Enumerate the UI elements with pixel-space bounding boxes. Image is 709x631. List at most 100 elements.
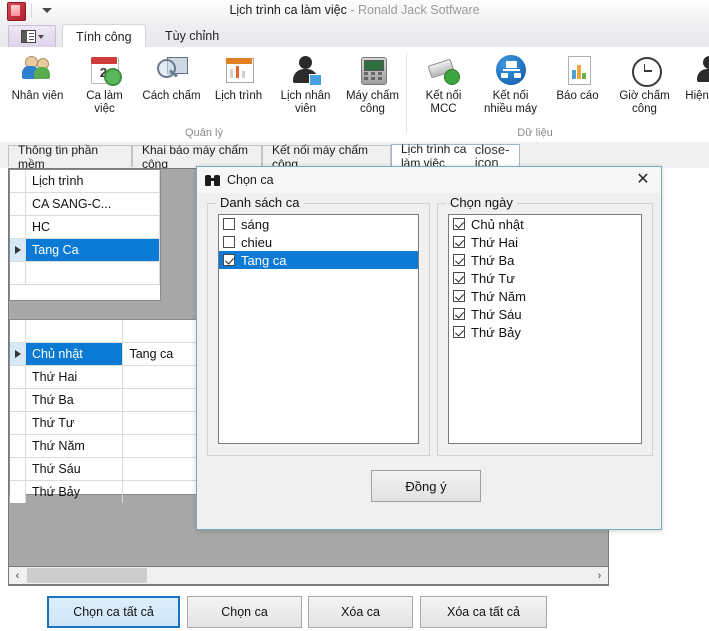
ribbon-button-ket-noi-nhieu-may[interactable]: Kết nối nhiều máy [477, 49, 544, 116]
chon-ca-tat-ca-button[interactable]: Chọn ca tất cả [47, 596, 180, 628]
cell-day[interactable]: Thứ Bảy [26, 481, 123, 503]
ribbon-button-bao-cao[interactable]: Báo cáo [544, 49, 611, 103]
list-item[interactable]: Thứ Hai [449, 233, 641, 251]
table-row-selected[interactable]: Chủ nhật Tang ca [10, 343, 203, 366]
document-tab-lich-trinh-ca-lam-viec[interactable]: Lịch trình ca làm việc close-icon [391, 144, 520, 168]
cell-day[interactable]: Thứ Tư [26, 412, 123, 434]
table-row[interactable]: Thứ Ba [10, 389, 203, 412]
report-chart-icon [561, 53, 595, 87]
close-icon[interactable]: ✕ [633, 171, 653, 189]
ribbon-button-may-cham-cong[interactable]: Máy chấm công [339, 49, 406, 116]
table-row-selected[interactable]: Tang Ca [10, 239, 160, 262]
schedule-grid[interactable]: Lịch trình CA SANG-C... HC Tang Ca [9, 169, 161, 301]
action-button-row: Chọn ca tất cả Chọn ca Xóa ca Xóa ca tất… [0, 596, 709, 630]
checkbox-thu-sau[interactable] [453, 308, 465, 320]
checkbox-thu-bay[interactable] [453, 326, 465, 338]
chon-ca-button[interactable]: Chọn ca [187, 596, 302, 628]
checkbox-chu-nhat[interactable] [453, 218, 465, 230]
table-row[interactable]: Thứ Năm [10, 435, 203, 458]
table-row[interactable]: HC [10, 216, 160, 239]
table-row[interactable]: Thứ Hai [10, 366, 203, 389]
scroll-left-arrow-icon[interactable]: ‹ [9, 570, 26, 582]
cell-day[interactable]: Thứ Sáu [26, 458, 123, 480]
xoa-ca-tat-ca-button[interactable]: Xóa ca tất cả [420, 596, 547, 628]
row-indicator-cell [10, 343, 26, 365]
document-tab-ket-noi-may-cham-cong[interactable]: Kết nối máy chấm công [262, 145, 391, 167]
list-item[interactable]: Thứ Tư [449, 269, 641, 287]
list-item-label: Thứ Ba [471, 253, 514, 268]
panel-toggle-icon[interactable] [8, 25, 56, 48]
ribbon-tab-tuy-chinh[interactable]: Tùy chỉnh [152, 23, 232, 48]
ribbon-button-ket-noi-mcc[interactable]: Kết nối MCC [410, 49, 477, 116]
horizontal-scrollbar[interactable]: ‹ › [8, 566, 609, 585]
table-row[interactable]: Thứ Bảy [10, 481, 203, 503]
row-indicator-cell [10, 262, 26, 284]
scrollbar-thumb[interactable] [27, 568, 147, 583]
list-item[interactable]: Thứ Ba [449, 251, 641, 269]
ribbon-group-divider [406, 53, 407, 133]
dialog-title-bar: Chọn ca ✕ [197, 167, 661, 193]
ribbon-button-lich-trinh[interactable]: Lịch trình [205, 49, 272, 103]
cell-shift[interactable] [123, 366, 203, 388]
cell-schedule-name[interactable]: Tang Ca [26, 239, 160, 261]
list-item[interactable]: Thứ Sáu [449, 305, 641, 323]
ribbon-button-hien-hanh[interactable]: Hiện hành [678, 49, 709, 103]
column-header-shift[interactable] [123, 320, 203, 342]
cell-schedule-name[interactable] [26, 262, 160, 284]
table-row[interactable]: Thứ Tư [10, 412, 203, 435]
ribbon-group-du-lieu: Kết nối MCC Kết nối nhiều máy Báo cáo [410, 47, 709, 142]
checkbox-chieu[interactable] [223, 236, 235, 248]
ribbon-button-lich-nhan-vien[interactable]: Lịch nhân viên [272, 49, 339, 116]
list-item-label: sáng [241, 217, 269, 232]
checkbox-sang[interactable] [223, 218, 235, 230]
cell-day[interactable]: Thứ Năm [26, 435, 123, 457]
ribbon-button-nhan-vien[interactable]: Nhân viên [4, 49, 71, 103]
checkbox-thu-hai[interactable] [453, 236, 465, 248]
cell-day[interactable]: Chủ nhật [26, 343, 123, 365]
list-item-label: Chủ nhật [471, 217, 524, 232]
column-header-day[interactable] [26, 320, 123, 342]
document-tab-khai-bao-may-cham-cong[interactable]: Khai báo máy chấm công [132, 145, 262, 167]
button-label: Xóa ca [341, 605, 380, 619]
cell-schedule-name[interactable]: CA SANG-C... [26, 193, 160, 215]
cell-day[interactable]: Thứ Hai [26, 366, 123, 388]
table-row[interactable]: CA SANG-C... [10, 193, 160, 216]
cell-schedule-name[interactable]: HC [26, 216, 160, 238]
cell-shift[interactable] [123, 458, 203, 480]
list-item[interactable]: Thứ Năm [449, 287, 641, 305]
column-header-lich-trinh[interactable]: Lịch trình [26, 170, 160, 192]
cell-shift[interactable] [123, 435, 203, 457]
panel-glyph-icon [21, 30, 36, 43]
checkbox-thu-tu[interactable] [453, 272, 465, 284]
cell-shift[interactable] [123, 412, 203, 434]
cell-day[interactable]: Thứ Ba [26, 389, 123, 411]
ribbon-button-cach-cham[interactable]: Cách chấm [138, 49, 205, 103]
cell-shift[interactable]: Tang ca [123, 343, 203, 365]
row-indicator-cell [10, 435, 26, 457]
list-item[interactable]: sáng [219, 215, 418, 233]
shift-listbox[interactable]: sáng chieu Tang ca [218, 214, 419, 444]
day-listbox[interactable]: Chủ nhật Thứ Hai Thứ Ba Thứ Tư Thứ Năm [448, 214, 642, 444]
checkbox-thu-nam[interactable] [453, 290, 465, 302]
cell-shift[interactable] [123, 389, 203, 411]
table-row[interactable]: Thứ Sáu [10, 458, 203, 481]
ribbon-button-ca-lam-viec[interactable]: 2 Ca làm việc [71, 49, 138, 116]
ribbon-tab-tinh-cong[interactable]: Tính công [62, 24, 146, 49]
ribbon-group-items: Nhân viên 2 Ca làm việc Cách chấm [4, 49, 406, 121]
dong-y-button[interactable]: Đồng ý [371, 470, 481, 502]
table-row[interactable] [10, 262, 160, 285]
day-assignment-grid[interactable]: Chủ nhật Tang ca Thứ Hai Thứ Ba Thứ Tư T… [9, 319, 204, 495]
ribbon-button-gio-cham-cong[interactable]: Giờ chấm công [611, 49, 678, 116]
row-indicator-cell [10, 458, 26, 480]
xoa-ca-button[interactable]: Xóa ca [308, 596, 413, 628]
document-tab-thong-tin-phan-mem[interactable]: Thông tin phần mềm [8, 145, 132, 167]
scroll-right-arrow-icon[interactable]: › [591, 570, 608, 582]
list-item[interactable]: Thứ Bảy [449, 323, 641, 341]
cell-shift[interactable] [123, 481, 203, 503]
person-calendar-icon [289, 53, 323, 87]
list-item[interactable]: chieu [219, 233, 418, 251]
list-item[interactable]: Chủ nhật [449, 215, 641, 233]
checkbox-thu-ba[interactable] [453, 254, 465, 266]
checkbox-tang-ca[interactable] [223, 254, 235, 266]
list-item-selected[interactable]: Tang ca [219, 251, 418, 269]
